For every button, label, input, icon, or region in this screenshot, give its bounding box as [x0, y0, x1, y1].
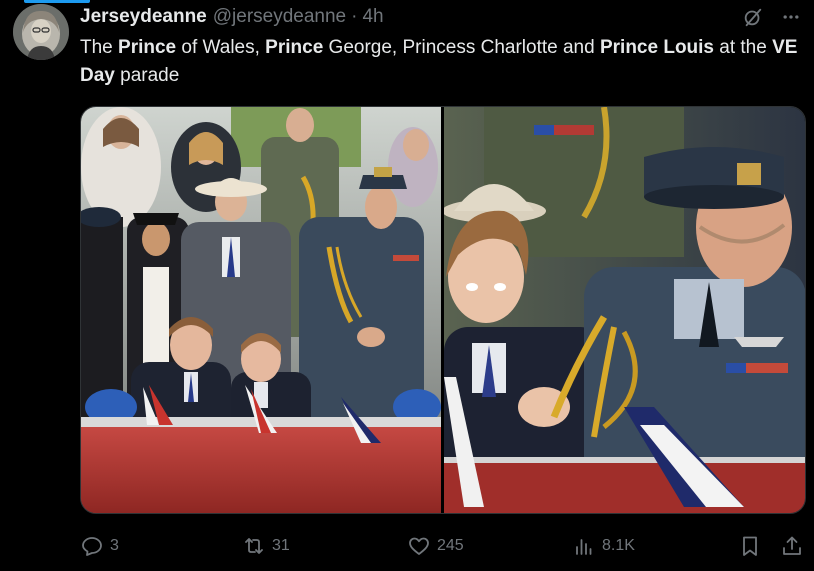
tab-indicator [24, 0, 90, 3]
reply-count: 3 [110, 537, 119, 554]
tweet-text-bold: Prince [118, 37, 177, 58]
tweet-actions: 3 31 245 8.1K [80, 530, 806, 562]
like-count: 245 [437, 537, 464, 554]
top-accent-bar [0, 0, 814, 4]
tweet-text-segment: of Wales, [176, 37, 266, 58]
author-handle[interactable]: @jerseydeanne [213, 5, 346, 29]
tweet-text-segment: at the [714, 37, 773, 58]
avatar[interactable] [13, 4, 69, 60]
tweet-text-segment: The [80, 37, 119, 58]
grok-icon[interactable] [740, 5, 766, 29]
tweet-text-bold: Prince Louis [599, 37, 714, 58]
repost-button[interactable]: 31 [242, 530, 290, 562]
tweet-text: The Prince of Wales, Prince George, Prin… [80, 34, 805, 90]
photo-parade-closeup[interactable] [444, 107, 805, 513]
author-name[interactable]: Jerseydeanne [80, 5, 207, 29]
tweet-header: Jerseydeanne @jerseydeanne · 4h [80, 5, 804, 29]
tweet-text-bold: Prince [265, 37, 324, 58]
avatar-image [13, 4, 69, 60]
views-button[interactable]: 8.1K [572, 530, 635, 562]
views-count: 8.1K [602, 537, 635, 554]
tweet-text-segment: George, Princess Charlotte and [323, 37, 600, 58]
bookmark-button[interactable] [738, 530, 762, 562]
repost-icon [245, 538, 263, 554]
like-button[interactable]: 245 [407, 530, 464, 562]
heart-icon [409, 537, 429, 555]
header-actions [740, 5, 804, 29]
bookmark-icon [743, 536, 757, 556]
share-icon [783, 536, 801, 555]
media-grid[interactable] [80, 106, 806, 514]
reply-icon [82, 537, 102, 556]
separator-dot: · [351, 6, 358, 27]
more-icon[interactable] [778, 5, 804, 29]
timestamp[interactable]: 4h [362, 5, 383, 29]
share-button[interactable] [780, 530, 804, 562]
photo-parade-family[interactable] [81, 107, 441, 513]
views-icon [576, 539, 592, 555]
tweet-text-segment: parade [114, 65, 180, 86]
repost-count: 31 [272, 537, 290, 554]
reply-button[interactable]: 3 [80, 530, 119, 562]
